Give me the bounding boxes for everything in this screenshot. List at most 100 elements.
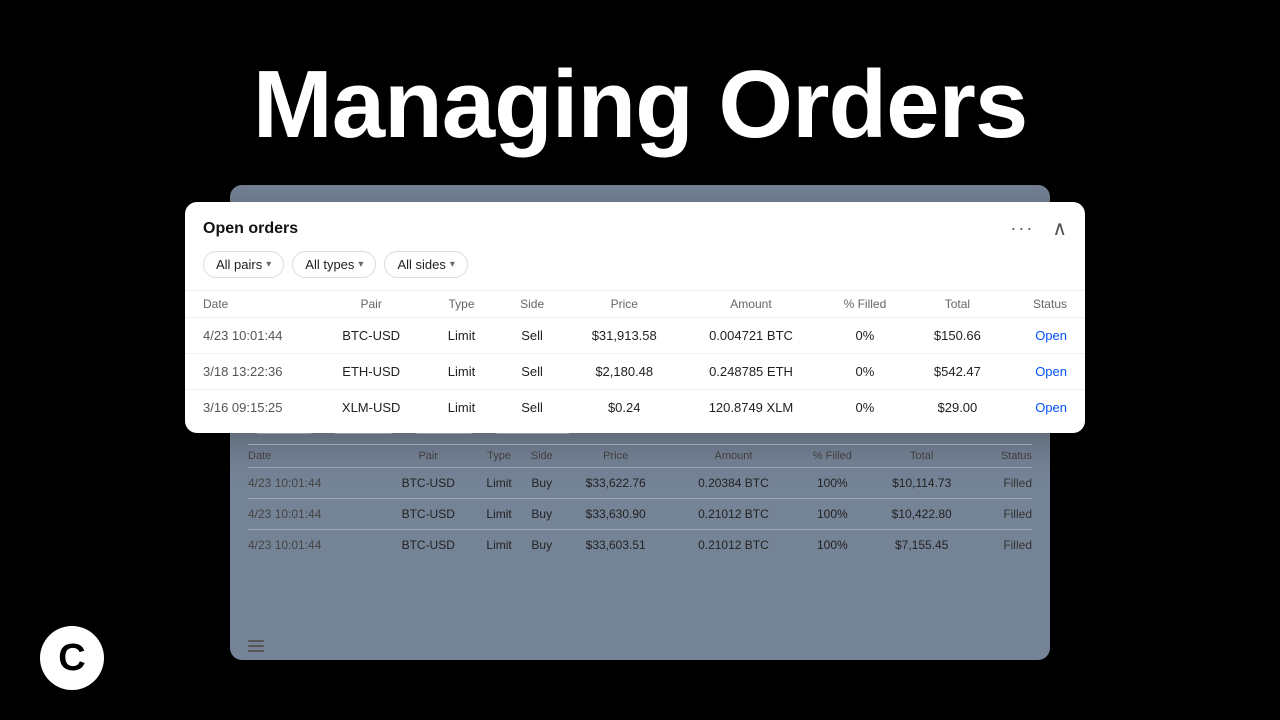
cell-amount: 0.21012 BTC <box>670 499 797 530</box>
logo-letter: C <box>58 639 85 677</box>
table-row: 4/23 10:01:44 BTC-USD Limit Sell $31,913… <box>185 318 1085 354</box>
cell-pair: BTC-USD <box>380 468 476 499</box>
more-options-button[interactable]: ··· <box>1004 216 1040 241</box>
cell-amount: 0.248785 ETH <box>682 354 820 390</box>
col-type: Type <box>425 291 498 318</box>
cell-pair: BTC-USD <box>317 318 425 354</box>
chevron-down-icon: ▾ <box>358 259 363 270</box>
open-orders-modal: Open orders ··· ∧ All pairs ▾ All types … <box>185 202 1085 433</box>
all-types-filter[interactable]: All types ▾ <box>292 251 376 278</box>
cell-pct-filled: 100% <box>797 530 867 561</box>
col-pct-filled: % Filled <box>797 445 867 468</box>
cell-total: $7,155.45 <box>868 530 976 561</box>
cell-amount: 120.8749 XLM <box>682 390 820 426</box>
col-date: Date <box>248 445 380 468</box>
col-pct-filled: % Filled <box>820 291 910 318</box>
cell-side: Sell <box>498 318 567 354</box>
col-status: Status <box>976 445 1032 468</box>
cell-status: Filled <box>976 499 1032 530</box>
cell-pair: ETH-USD <box>317 354 425 390</box>
col-type: Type <box>476 445 522 468</box>
col-side: Side <box>498 291 567 318</box>
fills-table-header-row: Date Pair Type Side Price Amount % Fille… <box>248 445 1032 468</box>
cell-status: Open <box>1005 390 1085 426</box>
hamburger-icon <box>248 640 264 652</box>
col-status: Status <box>1005 291 1085 318</box>
cell-pct-filled: 0% <box>820 354 910 390</box>
modal-action-buttons: ··· ∧ <box>1004 216 1067 241</box>
cell-total: $10,422.80 <box>868 499 976 530</box>
logo-circle: C <box>40 626 104 690</box>
cell-type: Limit <box>476 499 522 530</box>
cell-price: $33,622.76 <box>562 468 670 499</box>
col-amount: Amount <box>682 291 820 318</box>
cell-date: 3/18 13:22:36 <box>185 354 317 390</box>
cell-side: Buy <box>522 530 562 561</box>
chevron-down-icon: ▾ <box>266 259 271 270</box>
cell-pct-filled: 0% <box>820 390 910 426</box>
modal-title: Open orders <box>203 220 298 238</box>
cell-side: Sell <box>498 390 567 426</box>
cell-date: 4/23 10:01:44 <box>248 499 380 530</box>
cell-price: $2,180.48 <box>566 354 682 390</box>
cell-price: $33,630.90 <box>562 499 670 530</box>
cell-side: Buy <box>522 468 562 499</box>
table-row: 4/23 10:01:44 BTC-USD Limit Buy $33,630.… <box>248 499 1032 530</box>
cell-pct-filled: 100% <box>797 468 867 499</box>
page-title: Managing Orders <box>0 50 1280 160</box>
cell-date: 3/16 09:15:25 <box>185 390 317 426</box>
cell-pair: BTC-USD <box>380 530 476 561</box>
cell-type: Limit <box>425 354 498 390</box>
cell-amount: 0.004721 BTC <box>682 318 820 354</box>
cell-price: $31,913.58 <box>566 318 682 354</box>
cell-status: Filled <box>976 530 1032 561</box>
cell-type: Limit <box>425 390 498 426</box>
cell-amount: 0.21012 BTC <box>670 530 797 561</box>
modal-header: Open orders ··· ∧ <box>185 202 1085 251</box>
col-price: Price <box>566 291 682 318</box>
cell-date: 4/23 10:01:44 <box>185 318 317 354</box>
cell-total: $29.00 <box>910 390 1005 426</box>
table-row: 3/16 09:15:25 XLM-USD Limit Sell $0.24 1… <box>185 390 1085 426</box>
cell-pct-filled: 100% <box>797 499 867 530</box>
coinbase-logo: C <box>40 626 104 690</box>
cell-type: Limit <box>425 318 498 354</box>
col-total: Total <box>868 445 976 468</box>
table-row: 4/23 10:01:44 BTC-USD Limit Buy $33,622.… <box>248 468 1032 499</box>
cell-status: Filled <box>976 468 1032 499</box>
open-orders-header-row: Date Pair Type Side Price Amount % Fille… <box>185 291 1085 318</box>
cell-price: $33,603.51 <box>562 530 670 561</box>
col-total: Total <box>910 291 1005 318</box>
cell-date: 4/23 10:01:44 <box>248 530 380 561</box>
cell-status: Open <box>1005 354 1085 390</box>
cell-price: $0.24 <box>566 390 682 426</box>
all-pairs-filter[interactable]: All pairs ▾ <box>203 251 284 278</box>
cell-total: $150.66 <box>910 318 1005 354</box>
col-pair: Pair <box>380 445 476 468</box>
fills-table: Date Pair Type Side Price Amount % Fille… <box>248 444 1032 560</box>
cell-pair: XLM-USD <box>317 390 425 426</box>
open-orders-table: Date Pair Type Side Price Amount % Fille… <box>185 290 1085 425</box>
cell-pair: BTC-USD <box>380 499 476 530</box>
collapse-button[interactable]: ∧ <box>1052 216 1067 241</box>
cell-side: Buy <box>522 499 562 530</box>
col-date: Date <box>185 291 317 318</box>
open-orders-filter-bar: All pairs ▾ All types ▾ All sides ▾ <box>185 251 1085 290</box>
cell-amount: 0.20384 BTC <box>670 468 797 499</box>
cell-type: Limit <box>476 530 522 561</box>
cell-side: Sell <box>498 354 567 390</box>
cell-pct-filled: 0% <box>820 318 910 354</box>
cell-status: Open <box>1005 318 1085 354</box>
col-amount: Amount <box>670 445 797 468</box>
cell-total: $542.47 <box>910 354 1005 390</box>
hamburger-menu[interactable] <box>248 640 264 652</box>
col-side: Side <box>522 445 562 468</box>
table-row: 4/23 10:01:44 BTC-USD Limit Buy $33,603.… <box>248 530 1032 561</box>
cell-total: $10,114.73 <box>868 468 976 499</box>
col-pair: Pair <box>317 291 425 318</box>
cell-date: 4/23 10:01:44 <box>248 468 380 499</box>
cell-type: Limit <box>476 468 522 499</box>
table-row: 3/18 13:22:36 ETH-USD Limit Sell $2,180.… <box>185 354 1085 390</box>
all-sides-filter[interactable]: All sides ▾ <box>384 251 467 278</box>
col-price: Price <box>562 445 670 468</box>
